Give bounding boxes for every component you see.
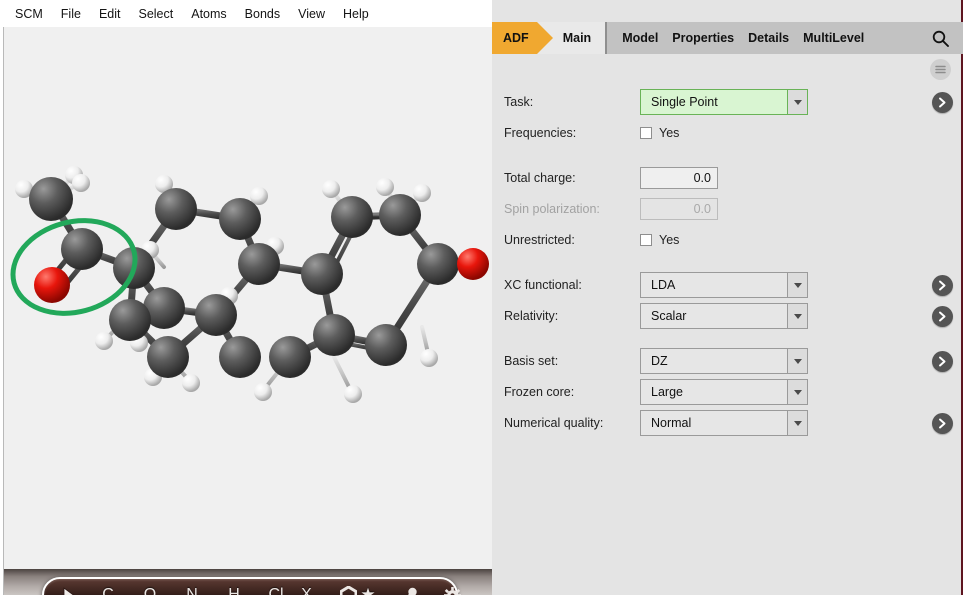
spin-polarization-label: Spin polarization: [492, 202, 640, 216]
task-value: Single Point [641, 95, 787, 109]
menu-item-help[interactable]: Help [334, 5, 378, 23]
star-tool[interactable]: ★ [358, 580, 378, 595]
chevron-right-icon [938, 311, 947, 322]
menu-item-scm[interactable]: SCM [6, 5, 52, 23]
form-row-unrestricted: Unrestricted: Yes [492, 228, 963, 252]
menu-item-atoms[interactable]: Atoms [182, 5, 235, 23]
form-row-frozen-core: Frozen core: Large [492, 380, 963, 404]
chevron-down-icon[interactable] [787, 304, 807, 328]
other-element-tool[interactable]: X [302, 580, 322, 595]
numerical-quality-value: Normal [641, 416, 787, 430]
settings-panel: ADF Main Model Properties Details MultiL… [492, 0, 963, 595]
tab-main-label: Main [563, 31, 591, 45]
nitrogen-tool[interactable]: N [182, 580, 202, 595]
unrestricted-label: Unrestricted: [492, 233, 640, 247]
chevron-down-icon[interactable] [787, 380, 807, 404]
chlorine-tool[interactable]: Cl [266, 580, 286, 595]
form-row-xc-functional: XC functional: LDA [492, 273, 963, 297]
basis-set-label: Basis set: [492, 354, 640, 368]
task-detail-button[interactable] [932, 92, 953, 113]
form-row-relativity: Relativity: Scalar [492, 304, 963, 328]
hydrogen-tool[interactable]: H [224, 580, 244, 595]
form-row-frequencies: Frequencies: Yes [492, 121, 963, 145]
search-button[interactable] [918, 30, 963, 47]
menu-item-view[interactable]: View [289, 5, 334, 23]
total-charge-input[interactable]: 0.0 [640, 167, 718, 189]
tab-properties[interactable]: Properties [665, 31, 741, 45]
app-window: SCM File Edit Select Atoms Bonds View He… [0, 0, 963, 595]
frequencies-checkbox-group[interactable]: Yes [640, 126, 679, 140]
chevron-right-icon [938, 418, 947, 429]
oxygen-tool[interactable]: O [140, 580, 160, 595]
basis-set-dropdown[interactable]: DZ [640, 348, 808, 374]
menu-item-file[interactable]: File [52, 5, 90, 23]
panel-menu-button[interactable] [930, 59, 951, 80]
hamburger-icon [935, 65, 946, 74]
relativity-label: Relativity: [492, 309, 640, 323]
frozen-core-value: Large [641, 385, 787, 399]
xc-functional-detail-button[interactable] [932, 275, 953, 296]
cursor-arrow-icon [63, 587, 78, 595]
basis-set-detail-button[interactable] [932, 351, 953, 372]
select-cursor-tool[interactable] [60, 580, 80, 595]
numerical-quality-dropdown[interactable]: Normal [640, 410, 808, 436]
molecule-viewport[interactable]: C O N H Cl X ★ [3, 27, 492, 595]
gear-tool[interactable] [442, 580, 462, 595]
frequencies-checkbox[interactable] [640, 127, 652, 139]
menu-item-bonds[interactable]: Bonds [236, 5, 289, 23]
unrestricted-checkbox-group[interactable]: Yes [640, 233, 679, 247]
form-row-spin-polarization: Spin polarization: 0.0 [492, 197, 963, 221]
total-charge-label: Total charge: [492, 171, 640, 185]
tab-model[interactable]: Model [615, 31, 665, 45]
relativity-detail-button[interactable] [932, 306, 953, 327]
form-row-basis-set: Basis set: DZ [492, 349, 963, 373]
tab-multilevel[interactable]: MultiLevel [796, 31, 871, 45]
relativity-dropdown[interactable]: Scalar [640, 303, 808, 329]
molecule-3d-render[interactable] [4, 27, 492, 595]
unrestricted-checkbox-label: Yes [659, 233, 679, 247]
gear-icon [444, 587, 461, 595]
tab-group: Model Properties Details MultiLevel [605, 22, 963, 54]
form-row-task: Task: Single Point [492, 90, 963, 114]
chevron-right-icon [938, 97, 947, 108]
xc-functional-dropdown[interactable]: LDA [640, 272, 808, 298]
benzene-ring-tool[interactable] [338, 580, 358, 595]
frequencies-checkbox-label: Yes [659, 126, 679, 140]
task-label: Task: [492, 95, 640, 109]
hexagon-icon [340, 586, 357, 595]
chevron-down-icon[interactable] [787, 411, 807, 435]
menu-item-edit[interactable]: Edit [90, 5, 130, 23]
tab-details[interactable]: Details [741, 31, 796, 45]
xc-functional-label: XC functional: [492, 278, 640, 292]
adf-main-form: Task: Single Point Frequencies: Yes [492, 90, 963, 442]
chevron-down-icon[interactable] [787, 349, 807, 373]
numerical-quality-detail-button[interactable] [932, 413, 953, 434]
module-badge-adf[interactable]: ADF [492, 22, 537, 54]
carbon-tool[interactable]: C [98, 580, 118, 595]
basis-set-value: DZ [641, 354, 787, 368]
magnifier-tool[interactable] [400, 580, 420, 595]
module-tab-bar: ADF Main Model Properties Details MultiL… [492, 22, 963, 54]
spin-polarization-input: 0.0 [640, 198, 718, 220]
module-badge-label: ADF [503, 31, 529, 45]
atom-tool-toolbar[interactable]: C O N H Cl X ★ [42, 577, 458, 595]
chevron-down-icon[interactable] [787, 90, 807, 114]
task-dropdown[interactable]: Single Point [640, 89, 808, 115]
magnifier-icon [403, 587, 418, 595]
unrestricted-checkbox[interactable] [640, 234, 652, 246]
frequencies-label: Frequencies: [492, 126, 640, 140]
frozen-core-dropdown[interactable]: Large [640, 379, 808, 405]
search-icon [932, 30, 949, 47]
chevron-down-icon[interactable] [787, 273, 807, 297]
frozen-core-label: Frozen core: [492, 385, 640, 399]
form-row-total-charge: Total charge: 0.0 [492, 166, 963, 190]
other-element-label: X [301, 586, 312, 595]
relativity-value: Scalar [641, 309, 787, 323]
form-row-numerical-quality: Numerical quality: Normal [492, 411, 963, 435]
numerical-quality-label: Numerical quality: [492, 416, 640, 430]
menu-item-select[interactable]: Select [129, 5, 182, 23]
chevron-right-icon [938, 356, 947, 367]
xc-functional-value: LDA [641, 278, 787, 292]
chevron-right-icon [938, 280, 947, 291]
